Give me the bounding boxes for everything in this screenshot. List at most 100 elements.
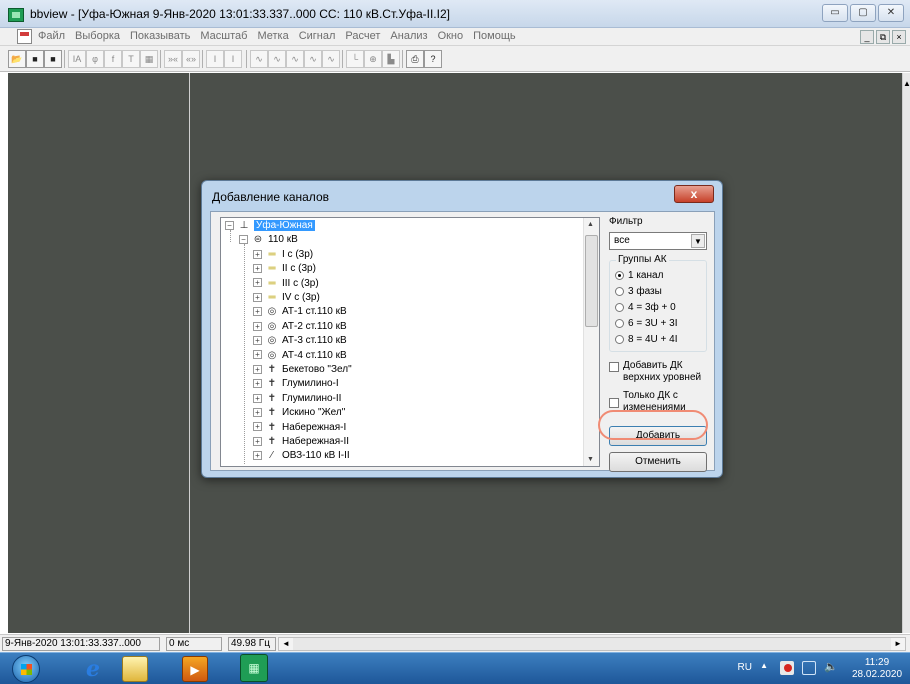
add-button[interactable]: Добавить bbox=[609, 426, 707, 446]
expand-icon[interactable]: + bbox=[253, 336, 262, 346]
expand-icon[interactable]: + bbox=[253, 278, 262, 288]
radio-3-phases[interactable]: 3 фазы bbox=[615, 286, 662, 297]
menu-show[interactable]: Показывать bbox=[130, 30, 190, 42]
tree-node[interactable]: + ✝ Бекетово "Зел" bbox=[253, 363, 352, 377]
menu-help[interactable]: Помощь bbox=[473, 30, 516, 42]
bbview-taskbar-icon[interactable]: ▦ bbox=[240, 654, 268, 682]
scroll-right-icon[interactable]: ► bbox=[891, 638, 905, 650]
filter-select[interactable]: все ▼ bbox=[609, 232, 707, 250]
ia-icon[interactable]: IA bbox=[68, 50, 86, 68]
tree-root-node[interactable]: − ⊥ Уфа-Южная bbox=[225, 219, 315, 233]
expand-icon[interactable]: + bbox=[253, 436, 262, 446]
tree-node[interactable]: + ⁄ ОВЗ-110 кВ I-II bbox=[253, 449, 350, 463]
save-icon[interactable]: ■ bbox=[26, 50, 44, 68]
cancel-button[interactable]: Отменить bbox=[609, 452, 707, 472]
expand-icon[interactable]: + bbox=[253, 364, 262, 374]
menu-marker[interactable]: Метка bbox=[257, 30, 288, 42]
menu-analysis[interactable]: Анализ bbox=[390, 30, 427, 42]
tree-node[interactable]: + ✝ Глумилино-I bbox=[253, 377, 339, 391]
expand-icon[interactable]: + bbox=[253, 249, 262, 259]
tree-node[interactable]: + ═ III с (3р) bbox=[253, 277, 319, 291]
tree-scrollbar[interactable]: ▲ ▼ bbox=[583, 218, 599, 466]
zoom-out-icon[interactable]: «» bbox=[182, 50, 200, 68]
expand-icon[interactable]: + bbox=[253, 408, 262, 418]
expand-icon[interactable]: + bbox=[253, 451, 262, 461]
clock[interactable]: 11:29 28.02.2020 bbox=[852, 657, 902, 681]
grid-icon[interactable]: ▦ bbox=[140, 50, 158, 68]
expand-icon[interactable]: + bbox=[253, 264, 262, 274]
wave-4-icon[interactable]: ∿ bbox=[304, 50, 322, 68]
histogram-icon[interactable]: ▙ bbox=[382, 50, 400, 68]
checkbox-box[interactable] bbox=[609, 362, 619, 372]
channel-divider[interactable] bbox=[189, 73, 190, 633]
horizontal-scrollbar[interactable]: ◄ ► bbox=[278, 637, 906, 651]
tree-node[interactable]: +⁄ОВЗ-110 кВ III-IV bbox=[253, 464, 359, 466]
radio-8-channels[interactable]: 8 = 4U + 4I bbox=[615, 334, 677, 345]
media-player-icon[interactable]: ▶ bbox=[182, 656, 208, 682]
vector-icon[interactable]: ⊕ bbox=[364, 50, 382, 68]
menu-file[interactable]: Файл bbox=[38, 30, 65, 42]
tree-node[interactable]: + ✝ Набережная-I bbox=[253, 421, 346, 435]
minimize-button[interactable]: ▭ bbox=[822, 4, 848, 22]
menu-scale[interactable]: Масштаб bbox=[200, 30, 247, 42]
mdi-minimize-button[interactable]: _ bbox=[860, 30, 874, 44]
maximize-button[interactable]: ▢ bbox=[850, 4, 876, 22]
wave-3-icon[interactable]: ∿ bbox=[286, 50, 304, 68]
tree-node[interactable]: + ═ IV с (3р) bbox=[253, 291, 320, 305]
start-button[interactable] bbox=[12, 655, 40, 683]
menu-signal[interactable]: Сигнал bbox=[299, 30, 336, 42]
tree-node[interactable]: + ✝ Набережная-II bbox=[253, 435, 349, 449]
tree-node[interactable]: + ◎ АТ-4 ст.110 кВ bbox=[253, 349, 347, 363]
tree-scroll-down-icon[interactable]: ▼ bbox=[587, 456, 594, 463]
tree-scroll-thumb[interactable] bbox=[585, 235, 598, 327]
radio-4-channels[interactable]: 4 = 3ф + 0 bbox=[615, 302, 676, 313]
tree-node[interactable]: + ◎ АТ-3 ст.110 кВ bbox=[253, 334, 347, 348]
expand-icon[interactable]: + bbox=[253, 465, 262, 466]
mdi-restore-button[interactable]: ⧉ bbox=[876, 30, 890, 44]
save-all-icon[interactable]: ■ bbox=[44, 50, 62, 68]
language-indicator[interactable]: RU bbox=[738, 662, 752, 673]
volume-icon[interactable]: 🔈 bbox=[824, 660, 838, 673]
wave-5-icon[interactable]: ∿ bbox=[322, 50, 340, 68]
expand-icon[interactable]: + bbox=[253, 379, 262, 389]
file-explorer-icon[interactable] bbox=[122, 656, 148, 682]
tree-scroll-up-icon[interactable]: ▲ bbox=[587, 221, 594, 228]
tree-node[interactable]: + ✝ Глумилино-II bbox=[253, 392, 341, 406]
mdi-close-button[interactable]: × bbox=[892, 30, 906, 44]
scroll-left-icon[interactable]: ◄ bbox=[279, 638, 293, 650]
internet-explorer-icon[interactable]: e bbox=[80, 656, 106, 682]
expand-icon[interactable]: + bbox=[253, 350, 262, 360]
scroll-up-icon[interactable]: ▲ bbox=[903, 79, 910, 88]
open-icon[interactable]: 📂 bbox=[8, 50, 26, 68]
expand-icon[interactable]: + bbox=[253, 422, 262, 432]
action-center-icon[interactable] bbox=[780, 661, 794, 675]
menu-selection[interactable]: Выборка bbox=[75, 30, 120, 42]
t-icon[interactable]: T bbox=[122, 50, 140, 68]
dialog-close-button[interactable]: x bbox=[674, 185, 714, 203]
axes-icon[interactable]: └ bbox=[346, 50, 364, 68]
vertical-scrollbar[interactable]: ▲ bbox=[902, 73, 910, 633]
checkbox-box[interactable] bbox=[609, 398, 619, 408]
print-icon[interactable]: ⎙ bbox=[406, 50, 424, 68]
tree-node[interactable]: + ◎ АТ-1 ст.110 кВ bbox=[253, 305, 347, 319]
menu-window[interactable]: Окно bbox=[438, 30, 464, 42]
expand-icon[interactable]: + bbox=[253, 321, 262, 331]
tray-expand-icon[interactable]: ▲ bbox=[760, 661, 768, 670]
expand-icon[interactable]: + bbox=[253, 307, 262, 317]
tree-node[interactable]: − ⊜ 110 кВ bbox=[239, 233, 298, 247]
collapse-icon[interactable]: − bbox=[239, 235, 248, 245]
help-icon[interactable]: ? bbox=[424, 50, 442, 68]
marker-2-icon[interactable]: I bbox=[224, 50, 242, 68]
radio-6-channels[interactable]: 6 = 3U + 3I bbox=[615, 318, 677, 329]
expand-icon[interactable]: + bbox=[253, 393, 262, 403]
document-icon[interactable] bbox=[17, 29, 32, 44]
tree-node[interactable]: + ═ II с (3р) bbox=[253, 262, 316, 276]
phi-icon[interactable]: φ bbox=[86, 50, 104, 68]
collapse-icon[interactable]: − bbox=[225, 220, 234, 230]
wave-2-icon[interactable]: ∿ bbox=[268, 50, 286, 68]
expand-icon[interactable]: + bbox=[253, 292, 262, 302]
marker-1-icon[interactable]: I bbox=[206, 50, 224, 68]
menu-calculation[interactable]: Расчет bbox=[345, 30, 380, 42]
f-signal-icon[interactable]: f bbox=[104, 50, 122, 68]
tree-node[interactable]: + ◎ АТ-2 ст.110 кВ bbox=[253, 320, 347, 334]
